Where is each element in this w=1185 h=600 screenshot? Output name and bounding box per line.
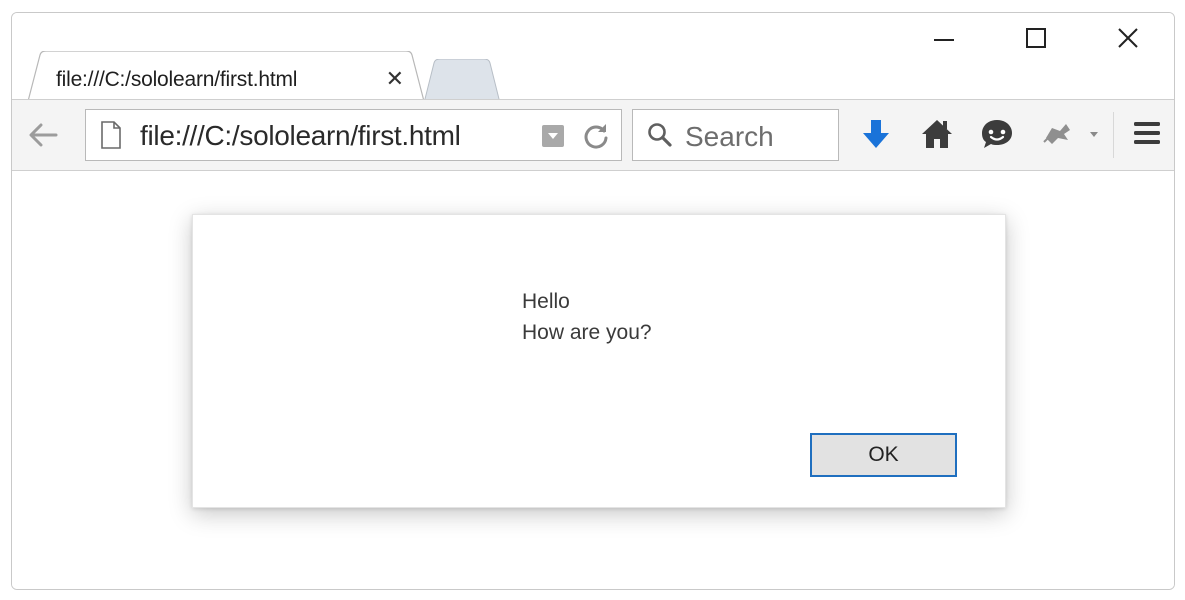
dialog-message-line-2: How are you?	[522, 321, 652, 344]
window-controls	[898, 13, 1174, 63]
new-tab-button[interactable]	[424, 59, 500, 103]
ok-button[interactable]: OK	[810, 433, 957, 477]
dialog-message: Hello How are you?	[522, 286, 652, 348]
search-icon	[648, 123, 672, 147]
close-window-button[interactable]	[1082, 13, 1174, 63]
url-bar[interactable]: file:///C:/sololearn/first.html	[85, 109, 622, 161]
download-icon[interactable]	[861, 118, 891, 152]
page-icon	[101, 121, 121, 149]
url-text[interactable]: file:///C:/sololearn/first.html	[140, 120, 461, 152]
tab-close-icon[interactable]: ✕	[386, 68, 404, 90]
home-icon[interactable]	[921, 118, 953, 150]
alert-dialog: Hello How are you? OK	[192, 214, 1006, 508]
page-content: Hello How are you? OK	[12, 171, 1174, 589]
minimize-icon	[934, 39, 954, 41]
reader-view-icon[interactable]	[541, 124, 565, 148]
nav-toolbar: file:///C:/sololearn/first.html Search	[12, 99, 1174, 171]
close-icon	[1118, 28, 1138, 48]
search-bar[interactable]: Search	[632, 109, 839, 161]
extension-icon[interactable]	[1040, 118, 1104, 150]
search-placeholder: Search	[685, 121, 774, 152]
reload-icon[interactable]	[582, 122, 610, 150]
dialog-message-line-1: Hello	[522, 290, 570, 313]
chat-icon[interactable]	[980, 118, 1014, 150]
tab-title: file:///C:/sololearn/first.html	[56, 68, 298, 91]
maximize-icon	[1026, 28, 1046, 48]
minimize-button[interactable]	[898, 13, 990, 63]
maximize-button[interactable]	[990, 13, 1082, 63]
toolbar-separator	[1113, 112, 1114, 158]
title-bar: file:///C:/sololearn/first.html ✕	[12, 13, 1174, 109]
back-arrow-icon[interactable]	[26, 120, 60, 150]
browser-window: file:///C:/sololearn/first.html ✕ file:/…	[11, 12, 1175, 590]
menu-icon[interactable]	[1133, 118, 1161, 148]
